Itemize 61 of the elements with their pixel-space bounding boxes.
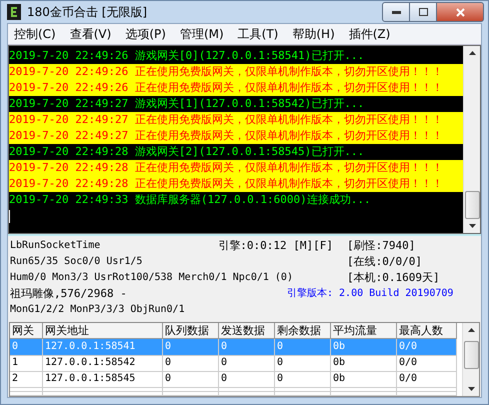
table-cell[interactable]: 0b — [331, 371, 397, 388]
table-cell[interactable]: 0 — [275, 355, 331, 372]
engine-version: 引擎版本: 2.00 Build 20190709 — [287, 286, 454, 301]
status-text: Hum0/0 Mon3/3 UsrRot100/538 Merch0/1 Npc0/1 (0) — [10, 271, 293, 285]
menu-item[interactable]: 控制(C) — [8, 26, 64, 42]
status-text: Run65/35 Soc0/0 Usr1/5 — [10, 255, 142, 269]
menu-item[interactable]: 工具(T) — [232, 26, 286, 42]
maximize-icon — [418, 8, 428, 16]
table-cell[interactable]: 127.0.0.1:58545 — [43, 371, 163, 388]
scroll-down-icon[interactable] — [468, 387, 474, 391]
table-cell[interactable]: 0 — [163, 355, 219, 372]
window-title: 180金币合击 [无限版] — [27, 4, 148, 20]
column-header[interactable]: 剩余数据 — [275, 323, 331, 339]
column-header[interactable]: 网关 — [10, 323, 43, 339]
column-header[interactable]: 最高人数 — [397, 323, 457, 339]
column-header[interactable]: 网关地址 — [43, 323, 163, 339]
column-header[interactable]: 发送数据 — [219, 323, 275, 339]
table-cell[interactable]: 0b — [331, 355, 397, 372]
table-cell[interactable]: 127.0.0.1:58542 — [43, 355, 163, 372]
table-row[interactable]: 2 127.0.0.1:58545 0 0 0 0b 0/0 — [10, 371, 457, 387]
scroll-up-icon[interactable] — [468, 51, 476, 55]
stat-text: [在线:0/0/0] — [347, 254, 422, 270]
minimize-button[interactable] — [382, 2, 410, 22]
scroll-thumb[interactable] — [464, 341, 478, 369]
minimize-icon — [392, 10, 400, 14]
scroll-thumb[interactable] — [464, 191, 480, 219]
table-cell[interactable]: 1 — [10, 355, 43, 372]
log-line: 2019-7-20 22:49:28 游戏网关[2](127.0.0.1:58545)已打开... — [9, 144, 366, 160]
table-cell[interactable]: 0 — [275, 371, 331, 388]
text-cursor — [9, 210, 10, 223]
table-cell[interactable]: 0 — [163, 371, 219, 388]
table-scrollbar[interactable] — [462, 323, 479, 396]
engine-time: 引擎:0:0:12 [M][F] — [218, 238, 333, 254]
menu-item[interactable]: 查看(V) — [64, 26, 120, 42]
column-header[interactable]: 平均流量 — [331, 323, 397, 339]
close-button[interactable] — [436, 2, 484, 22]
log-line: 2019-7-20 22:49:26 游戏网关[0](127.0.0.1:58541)已打开... — [9, 48, 366, 64]
status-text: LbRunSocketTime — [10, 239, 100, 253]
status-text: MonG1/2/2 MonP3/3/3 ObjRun0/1 — [10, 303, 185, 317]
table-cell[interactable]: 0 — [219, 371, 275, 388]
log-line: 2019-7-20 22:49:27 游戏网关[1](127.0.0.1:58542)已打开... — [9, 96, 366, 112]
menu-item[interactable]: 选项(P) — [119, 26, 174, 42]
menu-item[interactable]: 帮助(H) — [286, 26, 343, 42]
log-scrollbar[interactable] — [463, 46, 480, 233]
scroll-up-icon[interactable] — [468, 328, 474, 332]
table-cell[interactable]: 0 — [219, 355, 275, 372]
stat-text: [刷怪:7940] — [347, 238, 416, 254]
menu-item[interactable]: 管理(M) — [174, 26, 232, 42]
stat-text: [本机:0.1609天] — [347, 270, 440, 286]
close-icon — [456, 8, 464, 16]
table-cell[interactable]: 0/0 — [397, 355, 457, 372]
table-cell[interactable]: 2 — [10, 371, 43, 388]
table-row[interactable]: 1 127.0.0.1:58542 0 0 0 0b 0/0 — [10, 355, 457, 371]
log-line: 2019-7-20 22:49:33 数据库服务器(127.0.0.1:6000)连接成功... — [9, 192, 372, 208]
app-logo-icon — [7, 4, 21, 20]
table-cell[interactable]: 0/0 — [397, 371, 457, 388]
scroll-down-icon[interactable] — [468, 224, 476, 228]
status-text: 祖玛雕像,576/2968 - — [10, 286, 127, 302]
menu-item[interactable]: 插件(Z) — [342, 26, 398, 42]
column-header[interactable]: 队列数据 — [163, 323, 219, 339]
maximize-button[interactable] — [409, 2, 437, 22]
